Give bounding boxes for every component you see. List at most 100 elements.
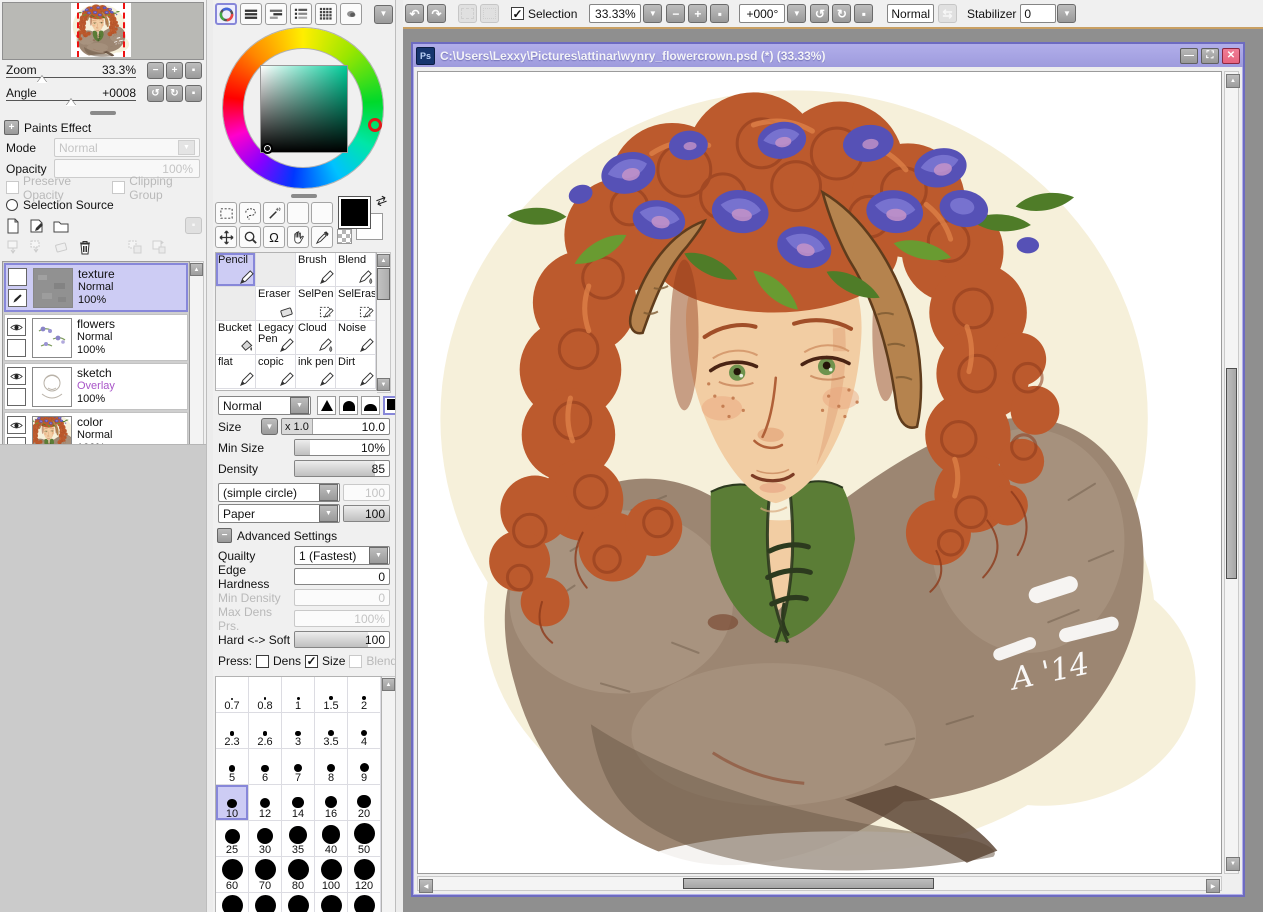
- panel-grip[interactable]: [90, 111, 116, 115]
- size-slider[interactable]: x 1.0 10.0: [281, 418, 390, 435]
- brush-tool-flat[interactable]: flat: [216, 355, 256, 389]
- brush-tool-bucket[interactable]: Bucket: [216, 321, 256, 355]
- brush-size-3[interactable]: 3: [282, 713, 315, 749]
- lasso-tool[interactable]: [239, 202, 261, 224]
- brush-size-350[interactable]: 350: [348, 893, 381, 912]
- layer-paint-toggle[interactable]: [7, 339, 26, 357]
- layer-visibility-toggle[interactable]: [8, 268, 27, 286]
- size-unit-button[interactable]: ▼: [261, 418, 278, 435]
- magic-wand-tool[interactable]: [263, 202, 285, 224]
- brush-size-12[interactable]: 12: [249, 785, 282, 821]
- brush-edge-square-button[interactable]: [383, 396, 395, 415]
- scrollbar-thumb[interactable]: [1226, 368, 1237, 578]
- brush-size-3.5[interactable]: 3.5: [315, 713, 348, 749]
- brush-edge-triangle-button[interactable]: [317, 396, 336, 415]
- layer-item[interactable]: flowersNormal100%: [4, 314, 188, 361]
- color-wheel[interactable]: [221, 27, 387, 191]
- sv-marker[interactable]: [262, 143, 273, 154]
- brush-size-50[interactable]: 50: [348, 821, 381, 857]
- redo-button[interactable]: ↷: [427, 4, 446, 23]
- min-density-slider[interactable]: 0: [294, 589, 390, 606]
- layer-item[interactable]: sketchOverlay100%: [4, 363, 188, 410]
- layer-visibility-toggle[interactable]: [7, 318, 26, 336]
- selection-source-radio[interactable]: [6, 199, 18, 211]
- canvas[interactable]: [417, 71, 1222, 874]
- brush-size-40[interactable]: 40: [315, 821, 348, 857]
- quality-select[interactable]: 1 (Fastest)▼: [294, 546, 390, 565]
- shape-strength-slider[interactable]: 100: [343, 484, 390, 501]
- brush-size-0.8[interactable]: 0.8: [249, 677, 282, 713]
- brush-size-9[interactable]: 9: [348, 749, 381, 785]
- scratchpad-tab[interactable]: [340, 3, 362, 25]
- scroll-up-icon[interactable]: ▲: [377, 254, 390, 267]
- merge-down-button[interactable]: [28, 238, 46, 256]
- press-blend-checkbox[interactable]: [349, 655, 362, 668]
- size-grid-scrollbar[interactable]: ▲: [382, 676, 395, 912]
- scroll-up-icon[interactable]: ▲: [1226, 74, 1240, 88]
- zoom-reset-button[interactable]: ▪: [185, 62, 202, 79]
- scroll-up-icon[interactable]: ▲: [190, 263, 203, 276]
- brush-size-10[interactable]: 10: [216, 785, 249, 821]
- brush-size-60[interactable]: 60: [216, 857, 249, 893]
- brush-tool-selpen[interactable]: SelPen: [296, 287, 336, 321]
- brush-size-100[interactable]: 100: [315, 857, 348, 893]
- scroll-up-icon[interactable]: ▲: [382, 678, 395, 691]
- navigator-preview[interactable]: [2, 2, 204, 60]
- brush-size-160[interactable]: 160: [216, 893, 249, 912]
- eyedropper-tool[interactable]: [311, 226, 333, 248]
- foreground-color-swatch[interactable]: [339, 197, 370, 228]
- invert-selection-button[interactable]: [480, 4, 499, 23]
- brush-size-14[interactable]: 14: [282, 785, 315, 821]
- delete-layer-button[interactable]: [76, 238, 94, 256]
- scrollbar-thumb[interactable]: [377, 268, 390, 300]
- new-layer-button[interactable]: [4, 217, 22, 235]
- press-size-checkbox[interactable]: ✓: [305, 655, 318, 668]
- brush-size-1.5[interactable]: 1.5: [315, 677, 348, 713]
- brush-size-4[interactable]: 4: [348, 713, 381, 749]
- layer-visibility-toggle[interactable]: [7, 367, 26, 385]
- brush-tool-blend[interactable]: Blend: [336, 253, 376, 287]
- brush-shape-select[interactable]: (simple circle)▼: [218, 483, 340, 502]
- scrollbar-thumb[interactable]: [683, 878, 934, 889]
- brush-tool-ink-pen[interactable]: ink pen: [296, 355, 336, 389]
- rotate-ccw-button[interactable]: ↺: [147, 85, 164, 102]
- close-button[interactable]: ✕: [1222, 48, 1240, 64]
- clipping-group-checkbox[interactable]: [112, 181, 125, 194]
- preserve-opacity-checkbox[interactable]: [6, 181, 19, 194]
- hue-marker[interactable]: [368, 118, 382, 132]
- brush-size-5[interactable]: 5: [216, 749, 249, 785]
- brush-size-2.3[interactable]: 2.3: [216, 713, 249, 749]
- layer-visibility-toggle[interactable]: [7, 416, 26, 434]
- angle-slider-handle[interactable]: [66, 98, 76, 105]
- new-linework-layer-button[interactable]: [28, 217, 46, 235]
- brush-size-0.7[interactable]: 0.7: [216, 677, 249, 713]
- brush-size-120[interactable]: 120: [348, 857, 381, 893]
- zoom-tool[interactable]: [239, 226, 261, 248]
- swatches-tab[interactable]: [315, 3, 337, 25]
- brush-size-25[interactable]: 25: [216, 821, 249, 857]
- brush-size-70[interactable]: 70: [249, 857, 282, 893]
- scroll-left-icon[interactable]: ◀: [419, 879, 433, 893]
- flip-canvas-button[interactable]: ⇆: [938, 4, 957, 23]
- brush-size-6[interactable]: 6: [249, 749, 282, 785]
- angle-reset-button[interactable]: ▪: [185, 85, 202, 102]
- brush-tool-cloud[interactable]: Cloud: [296, 321, 336, 355]
- deselect-button[interactable]: [458, 4, 477, 23]
- zoom-slider-handle[interactable]: [37, 75, 47, 82]
- brush-size-250[interactable]: 250: [282, 893, 315, 912]
- minimize-button[interactable]: —: [1180, 48, 1198, 64]
- brush-edge-flat-button[interactable]: [361, 396, 380, 415]
- hard-soft-slider[interactable]: 100: [294, 631, 390, 648]
- angle-reset-button[interactable]: ▪: [854, 4, 873, 23]
- brush-tool-legacy-pen[interactable]: Legacy Pen: [256, 321, 296, 355]
- stabilizer-select-button[interactable]: ▼: [1057, 4, 1076, 23]
- brush-texture-select[interactable]: Paper▼: [218, 504, 340, 523]
- brush-tool-dirt[interactable]: Dirt: [336, 355, 376, 389]
- collapse-minus-icon[interactable]: −: [217, 528, 232, 543]
- brush-tool-pencil[interactable]: Pencil: [216, 253, 256, 287]
- transfer-down-button[interactable]: [4, 238, 22, 256]
- brush-tool-noise[interactable]: Noise: [336, 321, 376, 355]
- brush-grid-scrollbar[interactable]: ▲ ▼: [377, 252, 391, 393]
- brush-size-2.6[interactable]: 2.6: [249, 713, 282, 749]
- dup-selection-button[interactable]: [126, 238, 144, 256]
